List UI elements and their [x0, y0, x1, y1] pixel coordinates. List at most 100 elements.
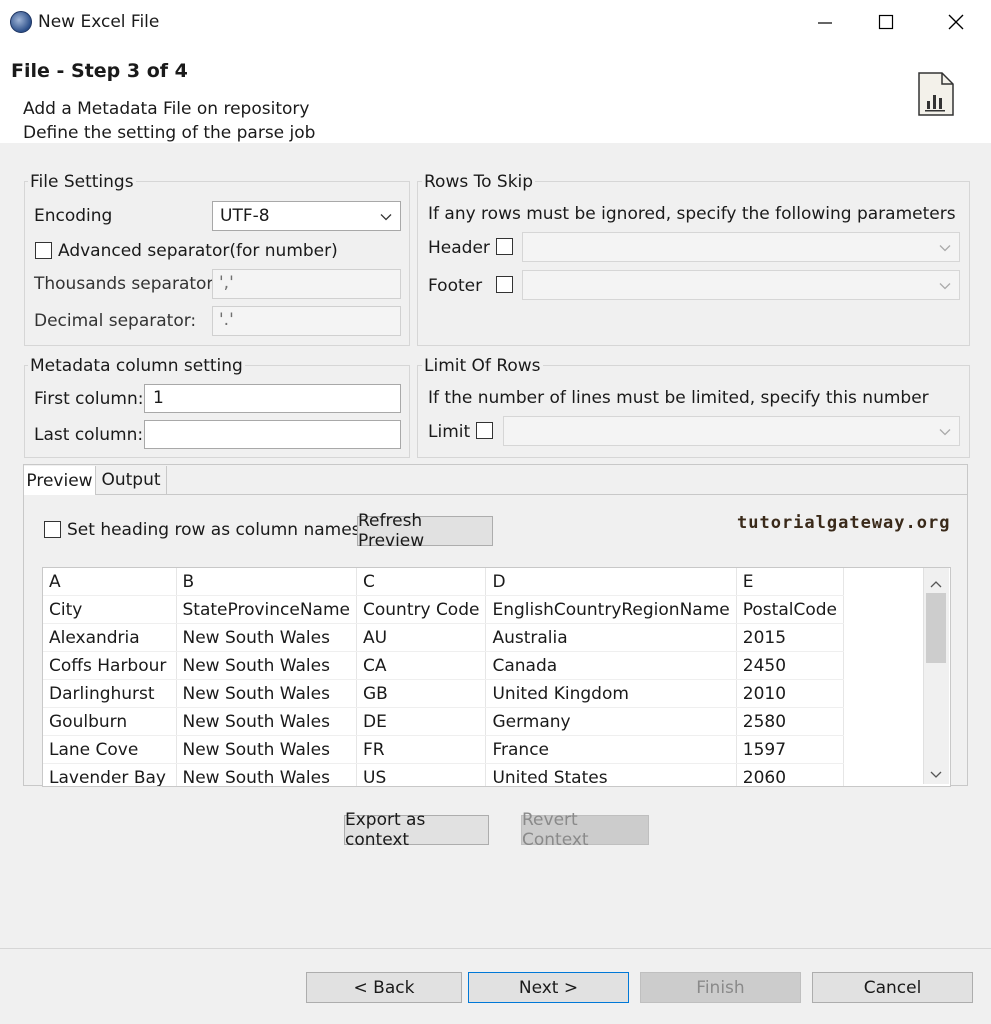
advanced-separator-checkbox[interactable]: [35, 242, 52, 259]
header-rows-select[interactable]: [522, 232, 960, 262]
export-as-context-button[interactable]: Export as context: [344, 810, 489, 850]
step-title: File - Step 3 of 4: [11, 60, 188, 82]
finish-button[interactable]: Finish: [640, 972, 801, 1003]
table-cell: Goulburn: [43, 707, 177, 736]
tab-preview[interactable]: Preview: [24, 466, 96, 495]
cancel-button[interactable]: Cancel: [812, 972, 973, 1003]
scroll-down-icon[interactable]: [930, 765, 942, 784]
footer-checkbox[interactable]: [496, 276, 513, 293]
table-cell: 2060: [736, 763, 844, 786]
last-column-input[interactable]: [144, 420, 401, 449]
chevron-down-icon: [380, 207, 392, 226]
table-row[interactable]: City StateProvinceName Country Code English…: [43, 595, 844, 624]
back-button[interactable]: < Back: [306, 972, 462, 1003]
table-row[interactable]: Darlinghurst New South Wales GB United King…: [43, 679, 844, 708]
revert-context-button[interactable]: Revert Context: [521, 810, 649, 850]
table-cell: New South Wales: [176, 651, 357, 680]
table-row[interactable]: Alexandria New South Wales AU Australia 2015: [43, 623, 844, 652]
table-row[interactable]: Lane Cove New South Wales FR France 1597: [43, 735, 844, 764]
table-cell: United Kingdom: [485, 679, 737, 708]
table-cell: Lavender Bay: [43, 763, 177, 786]
close-icon[interactable]: [944, 10, 968, 34]
table-cell: EnglishCountryRegionName: [485, 595, 737, 624]
header-checkbox[interactable]: [496, 238, 513, 255]
table-cell: Country Code: [356, 595, 487, 624]
rows-to-skip-instruction: If any rows must be ignored, specify the…: [428, 204, 956, 224]
table-cell: CA: [356, 651, 487, 680]
table-cell: StateProvinceName: [176, 595, 357, 624]
table-cell: Lane Cove: [43, 735, 177, 764]
table-row[interactable]: Goulburn New South Wales DE Germany 2580: [43, 707, 844, 736]
scrollbar-thumb[interactable]: [926, 593, 946, 663]
advanced-separator-label: Advanced separator(for number): [58, 241, 338, 261]
encoding-value: UTF-8: [220, 206, 270, 226]
thousands-separator-field[interactable]: ',': [212, 269, 401, 299]
rows-to-skip-label: Rows To Skip: [422, 172, 536, 192]
limit-checkbox[interactable]: [476, 422, 493, 439]
table-cell: United States: [485, 763, 737, 786]
table-cell: PostalCode: [736, 595, 844, 624]
file-settings-label: File Settings: [28, 172, 136, 192]
chevron-down-icon: [939, 422, 951, 441]
preview-table[interactable]: A B C D E City StateProvinceName Country Code En…: [42, 567, 951, 787]
decimal-separator-field[interactable]: '.': [212, 306, 401, 336]
maximize-icon[interactable]: [874, 10, 898, 34]
footer-label: Footer: [428, 276, 483, 296]
excel-file-icon: [916, 71, 956, 121]
heading-row-label: Set heading row as column names: [67, 520, 361, 540]
step-description-line2: Define the setting of the parse job: [23, 123, 316, 143]
table-cell: A: [43, 568, 177, 596]
preview-grid: A B C D E City StateProvinceName Country Code En…: [43, 568, 844, 786]
next-button[interactable]: Next >: [468, 972, 629, 1003]
limit-select[interactable]: [503, 416, 960, 446]
table-cell: 2015: [736, 623, 844, 652]
table-cell: AU: [356, 623, 487, 652]
table-cell: France: [485, 735, 737, 764]
limit-of-rows-label: Limit Of Rows: [422, 356, 543, 376]
table-row[interactable]: Lavender Bay New South Wales US United Stat…: [43, 763, 844, 786]
app-icon: [10, 11, 32, 33]
table-cell: D: [485, 568, 737, 596]
table-cell: US: [356, 763, 487, 786]
first-column-label: First column:: [34, 389, 144, 409]
table-cell: 2580: [736, 707, 844, 736]
table-row[interactable]: Coffs Harbour New South Wales CA Canada 2450: [43, 651, 844, 680]
table-cell: New South Wales: [176, 735, 357, 764]
tab-divider: [24, 494, 967, 495]
minimize-icon[interactable]: [813, 10, 837, 34]
table-row[interactable]: ABCDE: [43, 568, 844, 596]
scroll-up-icon[interactable]: [930, 574, 942, 593]
decimal-separator-label: Decimal separator:: [34, 311, 197, 331]
refresh-preview-button[interactable]: Refresh Preview: [357, 511, 493, 551]
footer-divider: [0, 948, 991, 949]
window-title: New Excel File: [38, 12, 160, 32]
chevron-down-icon: [939, 276, 951, 295]
table-cell: Australia: [485, 623, 737, 652]
first-column-input[interactable]: 1: [144, 384, 401, 413]
table-cell: New South Wales: [176, 707, 357, 736]
encoding-select[interactable]: UTF-8: [212, 201, 401, 231]
heading-row-checkbox[interactable]: [44, 521, 61, 538]
table-cell: GB: [356, 679, 487, 708]
table-cell: Darlinghurst: [43, 679, 177, 708]
table-cell: Coffs Harbour: [43, 651, 177, 680]
table-cell: C: [356, 568, 487, 596]
table-cell: FR: [356, 735, 487, 764]
table-cell: B: [176, 568, 357, 596]
table-cell: New South Wales: [176, 623, 357, 652]
footer-rows-select[interactable]: [522, 270, 960, 300]
table-cell: Germany: [485, 707, 737, 736]
chevron-down-icon: [939, 238, 951, 257]
table-cell: Canada: [485, 651, 737, 680]
table-cell: 2450: [736, 651, 844, 680]
table-cell: New South Wales: [176, 679, 357, 708]
tab-output[interactable]: Output: [96, 466, 167, 494]
step-description-line1: Add a Metadata File on repository: [23, 99, 310, 119]
thousands-separator-label: Thousands separator:: [34, 274, 219, 294]
table-cell: DE: [356, 707, 487, 736]
table-cell: Alexandria: [43, 623, 177, 652]
table-cell: City: [43, 595, 177, 624]
last-column-label: Last column:: [34, 425, 144, 445]
table-cell: 2010: [736, 679, 844, 708]
table-cell: E: [736, 568, 844, 596]
